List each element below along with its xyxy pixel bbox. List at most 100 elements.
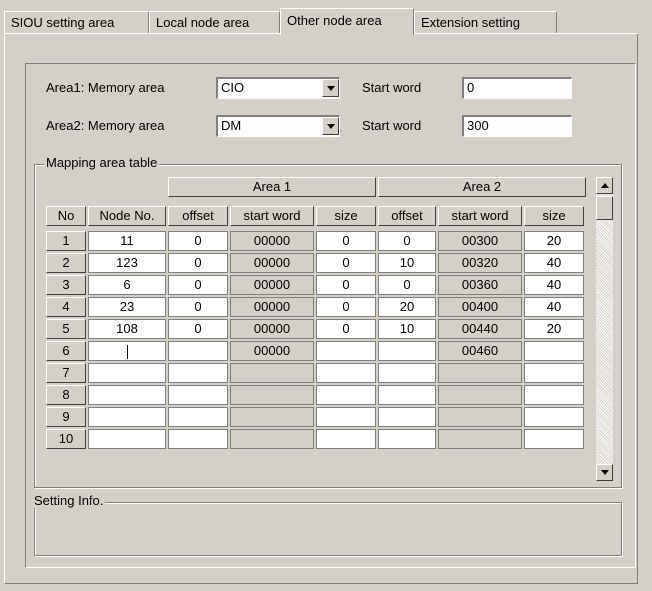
table-cell-area2-start-word[interactable]: 00360 — [438, 275, 522, 295]
table-cell-node-no[interactable]: 11 — [88, 231, 166, 251]
table-cell-area2-size[interactable] — [524, 341, 584, 361]
row-number: 1 — [46, 231, 86, 251]
row-number: 8 — [46, 385, 86, 405]
table-cell-area1-start-word[interactable]: 00000 — [230, 341, 314, 361]
area1-memory-label: Area1: Memory area — [46, 80, 165, 95]
table-cell-node-no[interactable]: 108 — [88, 319, 166, 339]
table-cell-area1-size[interactable]: 0 — [316, 253, 376, 273]
chevron-down-icon[interactable] — [322, 79, 339, 97]
table-cell-area1-size[interactable] — [316, 363, 376, 383]
tab-local-node-area[interactable]: Local node area — [149, 11, 280, 33]
table-cell-area1-size[interactable] — [316, 385, 376, 405]
table-cell-area2-size[interactable]: 20 — [524, 319, 584, 339]
table-cell-area1-offset[interactable]: 0 — [168, 253, 228, 273]
table-scrollbar[interactable] — [596, 177, 613, 481]
table-cell-area2-offset[interactable] — [378, 341, 436, 361]
table-cell-node-no[interactable] — [88, 385, 166, 405]
tab-extension-setting[interactable]: Extension setting — [414, 11, 557, 33]
table-cell-area1-offset[interactable] — [168, 363, 228, 383]
table-cell-area1-size[interactable]: 0 — [316, 319, 376, 339]
table-cell-node-no[interactable]: 23 — [88, 297, 166, 317]
area1-memory-select[interactable]: CIO — [216, 77, 340, 99]
area2-memory-value: DM — [221, 118, 242, 133]
table-cell-area2-start-word[interactable]: 00460 — [438, 341, 522, 361]
table-cell-node-no[interactable] — [88, 363, 166, 383]
table-cell-area1-size[interactable]: 0 — [316, 275, 376, 295]
table-cell-area2-start-word[interactable]: 00320 — [438, 253, 522, 273]
scroll-thumb[interactable] — [596, 196, 613, 220]
table-cell-area1-offset[interactable]: 0 — [168, 297, 228, 317]
area1-start-word-value: 0 — [467, 80, 475, 95]
table-cell-area2-size[interactable] — [524, 363, 584, 383]
table-cell-area1-size[interactable]: 0 — [316, 231, 376, 251]
row-number: 2 — [46, 253, 86, 273]
table-cell-area2-size[interactable] — [524, 407, 584, 427]
table-cell-node-no[interactable]: 123 — [88, 253, 166, 273]
table-cell-area2-offset[interactable] — [378, 429, 436, 449]
table-cell-area2-size[interactable]: 40 — [524, 275, 584, 295]
table-cell-area1-offset[interactable] — [168, 429, 228, 449]
table-cell-area1-offset[interactable]: 0 — [168, 319, 228, 339]
table-cell-area2-size[interactable] — [524, 429, 584, 449]
table-cell-area1-start-word[interactable] — [230, 407, 314, 427]
table-cell-area1-size[interactable]: 0 — [316, 297, 376, 317]
table-cell-area2-offset[interactable] — [378, 363, 436, 383]
table-cell-area1-start-word[interactable]: 00000 — [230, 297, 314, 317]
scroll-down-icon[interactable] — [596, 464, 613, 481]
area2-start-word-label: Start word — [362, 118, 422, 133]
area1-group-header: Area 1 — [168, 177, 376, 197]
table-cell-node-no[interactable] — [88, 341, 166, 361]
table-cell-area2-start-word[interactable]: 00440 — [438, 319, 522, 339]
table-cell-area1-offset[interactable] — [168, 341, 228, 361]
table-cell-area1-start-word[interactable] — [230, 429, 314, 449]
table-cell-area1-start-word[interactable]: 00000 — [230, 275, 314, 295]
table-cell-area2-offset[interactable]: 10 — [378, 319, 436, 339]
table-cell-area2-offset[interactable]: 10 — [378, 253, 436, 273]
area2-start-word-input[interactable]: 300 — [462, 115, 572, 137]
table-cell-node-no[interactable]: 6 — [88, 275, 166, 295]
table-cell-area1-start-word[interactable]: 00000 — [230, 253, 314, 273]
table-cell-area2-size[interactable] — [524, 385, 584, 405]
setting-info-title: Setting Info. — [32, 493, 106, 508]
table-cell-area1-offset[interactable]: 0 — [168, 231, 228, 251]
table-cell-area1-start-word[interactable] — [230, 363, 314, 383]
table-cell-area1-start-word[interactable]: 00000 — [230, 231, 314, 251]
column-header-area1-start-word: start word — [230, 206, 314, 226]
tab-siou-setting-area[interactable]: SIOU setting area — [4, 11, 149, 33]
table-cell-area2-size[interactable]: 40 — [524, 253, 584, 273]
setting-info-group — [34, 502, 622, 556]
tab-other-node-area[interactable]: Other node area — [280, 8, 414, 35]
table-cell-area2-size[interactable]: 40 — [524, 297, 584, 317]
scroll-up-icon[interactable] — [596, 177, 613, 194]
table-cell-area1-start-word[interactable]: 00000 — [230, 319, 314, 339]
table-cell-area2-start-word[interactable]: 00400 — [438, 297, 522, 317]
table-cell-area2-offset[interactable] — [378, 385, 436, 405]
area2-memory-select[interactable]: DM — [216, 115, 340, 137]
chevron-down-icon[interactable] — [322, 117, 339, 135]
table-cell-area2-offset[interactable]: 20 — [378, 297, 436, 317]
table-cell-area2-start-word[interactable] — [438, 407, 522, 427]
table-cell-area2-start-word[interactable] — [438, 429, 522, 449]
table-cell-area1-size[interactable] — [316, 429, 376, 449]
table-cell-area1-offset[interactable] — [168, 385, 228, 405]
table-cell-area2-offset[interactable] — [378, 407, 436, 427]
table-cell-area2-start-word[interactable] — [438, 363, 522, 383]
table-cell-area2-offset[interactable]: 0 — [378, 275, 436, 295]
table-cell-area1-start-word[interactable] — [230, 385, 314, 405]
column-header-area2-offset: offset — [378, 206, 436, 226]
column-header-area1-size: size — [316, 206, 376, 226]
table-cell-area1-offset[interactable]: 0 — [168, 275, 228, 295]
table-cell-node-no[interactable] — [88, 407, 166, 427]
table-cell-area1-size[interactable] — [316, 407, 376, 427]
table-cell-area1-size[interactable] — [316, 341, 376, 361]
table-cell-area2-offset[interactable]: 0 — [378, 231, 436, 251]
column-header-area2-start-word: start word — [438, 206, 522, 226]
table-cell-area2-start-word[interactable] — [438, 385, 522, 405]
column-header-no: No — [46, 206, 86, 226]
table-cell-node-no[interactable] — [88, 429, 166, 449]
table-cell-area2-size[interactable]: 20 — [524, 231, 584, 251]
text-cursor — [126, 344, 128, 359]
table-cell-area1-offset[interactable] — [168, 407, 228, 427]
table-cell-area2-start-word[interactable]: 00300 — [438, 231, 522, 251]
area1-start-word-input[interactable]: 0 — [462, 77, 572, 99]
